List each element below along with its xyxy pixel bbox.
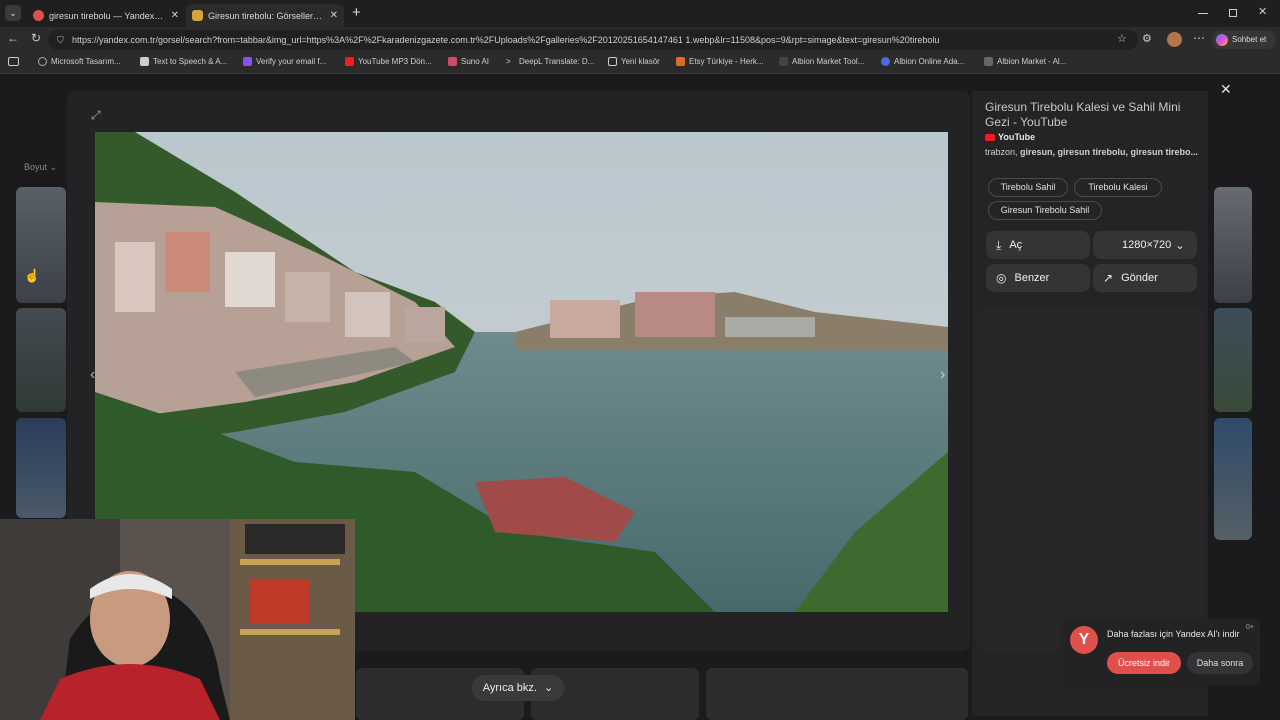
previous-arrow-icon[interactable]: ‹ (90, 366, 95, 384)
chevron-down-icon: ⌄ (1175, 239, 1185, 252)
reload-icon[interactable]: ↻ (31, 31, 41, 45)
address-bar-row: ← ↻ ⛉ https://yandex.com.tr/gorsel/searc… (0, 27, 1280, 53)
tag-chip[interactable]: Tirebolu Sahil (988, 178, 1068, 197)
bookmark-item[interactable]: Albion Market - Al... (984, 57, 1066, 66)
browser-tab-bar: ⌄ giresun tirebolu — Yandex: 24 bin ✕ Gi… (0, 0, 1280, 27)
profile-avatar[interactable] (1167, 32, 1182, 47)
share-button[interactable]: ↗ Gönder (1093, 264, 1197, 292)
bookmarks-bar: Microsoft Tasarım... Text to Speech & A.… (0, 53, 1280, 74)
youtube-icon (985, 133, 995, 141)
search-icon (38, 57, 47, 66)
copilot-icon (1216, 34, 1228, 46)
bookmark-item[interactable]: Etsy Türkiye - Herk... (676, 57, 764, 66)
folder-icon (608, 57, 617, 66)
result-thumbnail[interactable] (16, 187, 66, 303)
tab-title: giresun tirebolu — Yandex: 24 bin (49, 10, 165, 21)
tts-icon (140, 57, 149, 66)
bookmark-item[interactable]: Yeni klasör (608, 57, 660, 66)
chat-label: Sohbet et (1232, 35, 1267, 44)
see-also-button[interactable]: Ayrıca bkz. ⌄ (472, 675, 564, 701)
twitch-icon (243, 57, 252, 66)
mouse-cursor-icon: ☝ (24, 268, 41, 283)
deepl-icon: > (506, 57, 511, 66)
result-thumbnail[interactable] (1214, 308, 1252, 412)
extensions-icon[interactable]: ⚙ (1142, 32, 1152, 45)
tab-close-button[interactable]: ✕ (171, 10, 179, 21)
result-thumbnail[interactable] (16, 308, 66, 412)
bookmark-item[interactable]: Albion Online Ada... (881, 57, 964, 66)
albion-market-icon (984, 57, 993, 66)
image-icon (192, 10, 203, 21)
yandex-logo-icon: Y (1070, 626, 1098, 654)
albion-icon (779, 57, 788, 66)
fullscreen-icon[interactable]: ⤢ (91, 108, 101, 123)
tab-close-button[interactable]: ✕ (330, 10, 338, 21)
youtube-icon (345, 57, 354, 66)
yandex-icon (33, 10, 44, 21)
chevron-down-icon: ⌄ (49, 162, 58, 172)
minimize-button[interactable] (1198, 13, 1208, 14)
chat-button[interactable]: Sohbet et (1212, 31, 1276, 49)
age-rating-badge: 0+ (1246, 624, 1254, 631)
site-info-icon[interactable]: ⛉ (57, 30, 64, 50)
back-arrow-icon[interactable]: ← (7, 31, 19, 45)
reading-list-icon[interactable] (8, 57, 19, 66)
bookmark-item[interactable]: Suno AI (448, 57, 489, 66)
tab-yandex-images[interactable]: Giresun tirebolu: Görselleri görün ✕ (186, 4, 344, 27)
size-select[interactable]: 1280×720 ⌄ (1093, 231, 1197, 259)
share-arrow-icon: ↗ (1103, 271, 1114, 285)
chevron-down-icon: ⌄ (544, 682, 554, 694)
etsy-icon (676, 57, 685, 66)
open-button[interactable]: ⤓ Aç (986, 231, 1090, 259)
new-tab-button[interactable]: + (352, 4, 361, 21)
bookmark-star-icon[interactable]: ☆ (1117, 32, 1127, 45)
free-download-button[interactable]: Ücretsiz indir (1107, 652, 1181, 674)
viewer-close-button[interactable]: ✕ (1220, 81, 1232, 98)
bookmark-item[interactable]: > DeepL Translate: D... (506, 57, 594, 66)
result-thumbnail[interactable] (1214, 418, 1252, 540)
image-title[interactable]: Giresun Tirebolu Kalesi ve Sahil Mini Ge… (985, 100, 1190, 130)
bookmark-item[interactable]: YouTube MP3 Dön... (345, 57, 432, 66)
suno-icon (448, 57, 457, 66)
download-icon: ⤓ (996, 237, 1002, 252)
webcam-feed (0, 519, 355, 720)
camera-search-icon: ◎ (996, 271, 1007, 285)
size-filter-dropdown[interactable]: Boyut ⌄ (24, 162, 57, 173)
similar-button[interactable]: ◎ Benzer (986, 264, 1090, 292)
window-close-icon[interactable]: ✕ (1258, 5, 1267, 18)
image-tags: trabzon, giresun, giresun tirebolu, gire… (985, 147, 1199, 157)
panel-ad-area (978, 307, 1204, 652)
result-thumbnail[interactable] (1214, 187, 1252, 303)
bookmark-item[interactable]: Text to Speech & A... (140, 57, 227, 66)
albion-online-icon (881, 57, 890, 66)
webcam-overlay (0, 519, 355, 720)
bookmark-item[interactable]: Verify your email f... (243, 57, 326, 66)
result-thumbnail[interactable] (16, 418, 66, 518)
tag-chip[interactable]: Tirebolu Kalesi (1074, 178, 1162, 197)
more-menu-icon[interactable]: ⋯ (1193, 31, 1205, 45)
tag-chip[interactable]: Giresun Tirebolu Sahil (988, 201, 1102, 220)
source-row[interactable]: YouTube (985, 132, 1035, 142)
maximize-button[interactable] (1229, 9, 1237, 17)
later-button[interactable]: Daha sonra (1187, 652, 1253, 674)
promo-text: Daha fazlası için Yandex AI'ı indir (1107, 629, 1240, 639)
bookmark-item[interactable]: Albion Market Tool... (779, 57, 864, 66)
url-field[interactable]: ⛉ https://yandex.com.tr/gorsel/search?fr… (48, 30, 1138, 50)
url-text: https://yandex.com.tr/gorsel/search?from… (72, 35, 940, 45)
tab-yandex-search[interactable]: giresun tirebolu — Yandex: 24 bin ✕ (27, 4, 185, 27)
next-arrow-icon[interactable]: › (940, 366, 945, 384)
bookmark-item[interactable]: Microsoft Tasarım... (38, 57, 121, 66)
tab-menu-button[interactable]: ⌄ (5, 5, 21, 21)
see-also-card[interactable] (706, 668, 968, 720)
tab-title: Giresun tirebolu: Görselleri görün (208, 10, 324, 21)
